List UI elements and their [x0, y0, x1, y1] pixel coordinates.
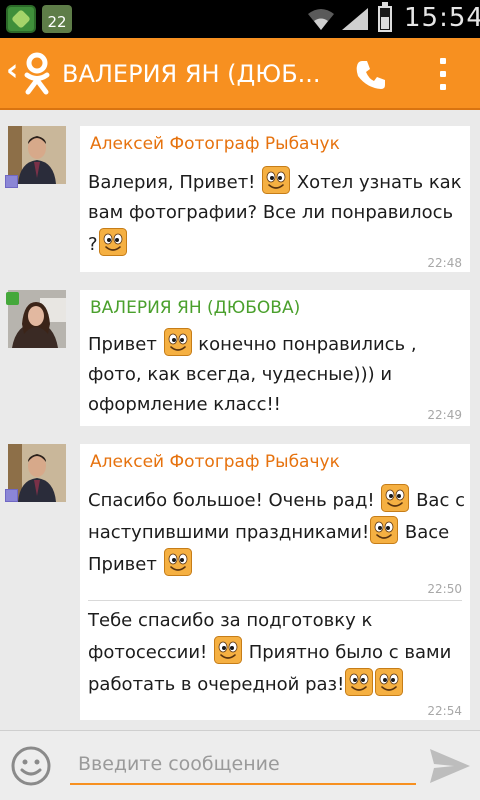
message-text: Привет конечно понравились , фото, как в…	[88, 328, 468, 420]
notification-count: 22	[47, 13, 67, 31]
battery-icon	[378, 2, 392, 32]
message-item: Алексей Фотограф Рыбачук Валерия, Привет…	[0, 126, 480, 272]
sender-name: ВАЛЕРИЯ ЯН (ДЮБОВА)	[90, 298, 301, 318]
send-icon[interactable]	[428, 747, 472, 785]
chevron-left-icon[interactable]: ‹	[6, 56, 18, 86]
odnoklassniki-logo[interactable]	[22, 52, 52, 96]
message-item: Алексей Фотограф Рыбачук Спасибо большое…	[0, 444, 480, 720]
message-time: 22:50	[427, 582, 462, 596]
status-time: 15:54	[404, 3, 480, 33]
sender-name: Алексей Фотограф Рыбачук	[90, 452, 340, 472]
smile-emoji-icon	[375, 668, 403, 696]
notification-count-icon: 22	[42, 5, 72, 33]
message-time: 22:48	[427, 256, 462, 270]
sender-name: Алексей Фотограф Рыбачук	[90, 134, 340, 154]
smile-emoji-icon	[370, 516, 398, 544]
smile-emoji-icon	[99, 228, 127, 256]
message-bubble[interactable]: ВАЛЕРИЯ ЯН (ДЮБОВА) Привет конечно понра…	[80, 290, 470, 426]
status-indicator	[5, 489, 18, 502]
status-bar: 22 15:54	[0, 0, 480, 38]
message-text: Спасибо большое! Очень рад! Вас с наступ…	[88, 484, 468, 580]
message-bubble[interactable]: Алексей Фотограф Рыбачук Спасибо большое…	[80, 444, 470, 720]
phone-icon[interactable]	[354, 58, 388, 92]
message-input[interactable]	[70, 745, 416, 785]
wifi-icon	[308, 9, 334, 30]
smile-emoji-icon	[345, 668, 373, 696]
overflow-menu-icon[interactable]	[436, 58, 450, 92]
app-notification-icon	[6, 5, 36, 33]
message-text: Тебе спасибо за подготовку к фотосессии!…	[88, 610, 452, 696]
chat-title[interactable]: ВАЛЕРИЯ ЯН (ДЮБ...	[62, 60, 332, 88]
message-composer	[0, 730, 480, 800]
message-text: Валерия, Привет! Хотел узнать как вам фо…	[88, 166, 468, 260]
smile-emoji-icon	[164, 328, 192, 356]
signal-icon	[342, 8, 368, 30]
smile-emoji-icon	[164, 548, 192, 576]
message-time: 22:49	[427, 408, 462, 422]
smiley-icon[interactable]	[10, 745, 52, 787]
smile-emoji-icon	[262, 166, 290, 194]
action-bar: ‹ ВАЛЕРИЯ ЯН (ДЮБ...	[0, 38, 480, 110]
status-indicator	[5, 175, 18, 188]
smile-emoji-icon	[214, 636, 242, 664]
smile-emoji-icon	[381, 484, 409, 512]
message-time: 22:54	[427, 704, 462, 718]
message-bubble[interactable]: Алексей Фотограф Рыбачук Валерия, Привет…	[80, 126, 470, 272]
mobile-status-icon	[6, 292, 19, 305]
message-item: ВАЛЕРИЯ ЯН (ДЮБОВА) Привет конечно понра…	[0, 290, 480, 426]
message-divider	[88, 600, 462, 601]
